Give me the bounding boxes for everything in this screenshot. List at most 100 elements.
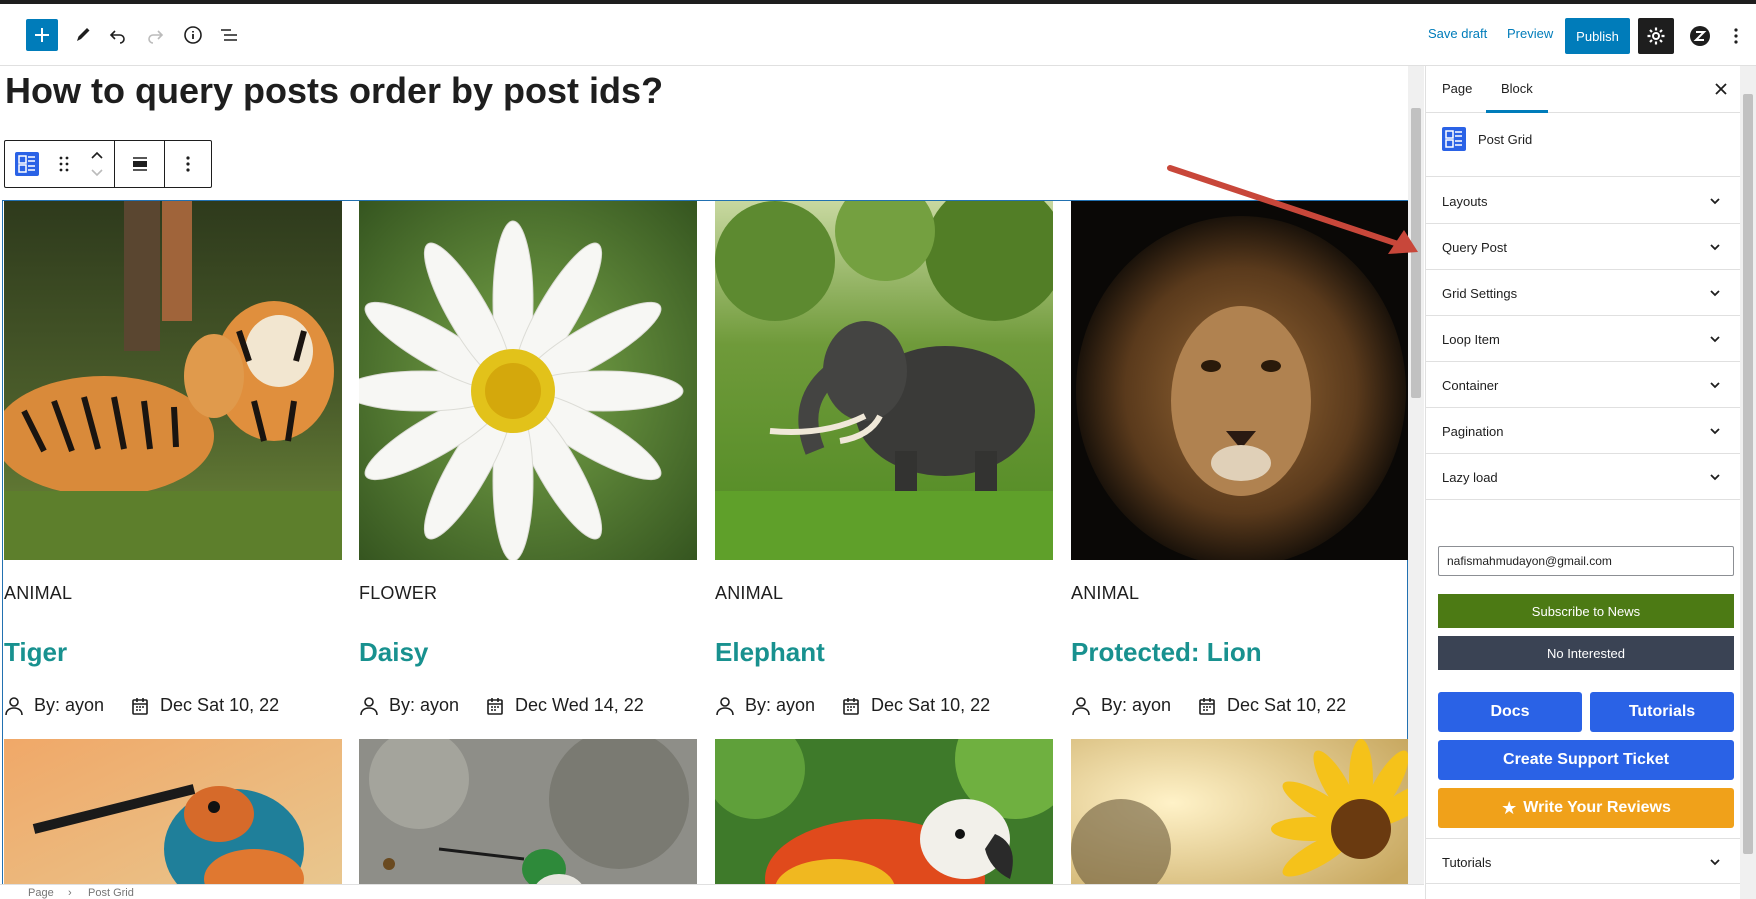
panel-label: Query Post: [1442, 240, 1508, 255]
post-date: Dec Sat 10, 22: [1227, 695, 1347, 715]
tutorials-button[interactable]: Tutorials: [1590, 692, 1734, 732]
panel-lazy-load[interactable]: Lazy load: [1426, 454, 1740, 500]
block-card: Post Grid: [1426, 113, 1740, 177]
panel-label: Container: [1442, 378, 1499, 393]
post-title-link[interactable]: Tiger: [4, 637, 67, 668]
plugin-logo-icon: [1690, 26, 1710, 46]
undo-icon: [109, 30, 125, 44]
align-icon: [132, 157, 147, 171]
close-icon[interactable]: [1712, 80, 1730, 98]
user-icon: [1071, 696, 1091, 716]
sidebar-scrollbar[interactable]: [1740, 66, 1756, 899]
calendar-icon: [130, 696, 150, 716]
chevron-down-icon: [1710, 336, 1720, 343]
post-author[interactable]: By: ayon: [1101, 695, 1171, 716]
panel-container[interactable]: Container: [1426, 362, 1740, 408]
list-view-button[interactable]: [212, 18, 246, 52]
panel-loop-item[interactable]: Loop Item: [1426, 316, 1740, 362]
tab-block[interactable]: Block: [1501, 81, 1533, 96]
breadcrumb-item-page[interactable]: Page: [28, 887, 54, 899]
chevron-down-icon: [1710, 859, 1720, 866]
details-button[interactable]: [176, 18, 210, 52]
block-options-button[interactable]: [165, 141, 211, 187]
panel-tutorials[interactable]: Tutorials: [1426, 838, 1740, 884]
drag-handle-icon[interactable]: [58, 155, 70, 173]
panel-grid-settings[interactable]: Grid Settings: [1426, 270, 1740, 316]
post-thumbnail-elephant[interactable]: [715, 201, 1053, 560]
post-card: ANIMAL Elephant By: ayon Dec Sat 10, 22: [715, 201, 1053, 715]
panel-pagination[interactable]: Pagination: [1426, 408, 1740, 454]
panel-layouts[interactable]: Layouts: [1426, 178, 1740, 224]
plus-icon: [35, 28, 49, 42]
subscribe-button[interactable]: Subscribe to News: [1438, 594, 1734, 628]
tab-page[interactable]: Page: [1442, 81, 1472, 96]
write-reviews-button[interactable]: ★ Write Your Reviews: [1438, 788, 1734, 828]
post-meta: By: ayon Dec Sat 10, 22: [1071, 695, 1346, 716]
post-date: Dec Sat 10, 22: [871, 695, 991, 715]
settings-button[interactable]: [1638, 18, 1674, 54]
post-title[interactable]: How to query posts order by post ids?: [5, 70, 663, 112]
canvas-scrollbar-thumb[interactable]: [1411, 108, 1421, 398]
post-category[interactable]: ANIMAL: [715, 583, 783, 604]
tools-button[interactable]: [66, 18, 100, 52]
add-block-button[interactable]: [26, 19, 58, 51]
user-icon: [715, 696, 735, 716]
save-draft-link[interactable]: Save draft: [1428, 26, 1487, 41]
chevron-down-icon: [1710, 198, 1720, 205]
canvas-scrollbar[interactable]: [1408, 66, 1424, 884]
post-grid-block[interactable]: ANIMAL Tiger By: ayon Dec Sat 10, 22 FLO…: [2, 200, 1408, 884]
publish-button[interactable]: Publish: [1565, 18, 1630, 54]
editor-canvas: How to query posts order by post ids? AN…: [0, 66, 1408, 884]
post-thumbnail-tiger[interactable]: [4, 201, 342, 560]
post-card: FLOWER Daisy By: ayon Dec Wed 14, 22: [359, 201, 697, 715]
post-thumbnail-kingfisher[interactable]: [4, 739, 342, 884]
post-author[interactable]: By: ayon: [34, 695, 104, 716]
info-icon: [184, 26, 202, 44]
post-title-link[interactable]: Elephant: [715, 637, 825, 668]
plugin-logo-button[interactable]: [1684, 20, 1716, 52]
breadcrumb-item-post-grid[interactable]: Post Grid: [88, 887, 134, 899]
post-meta: By: ayon Dec Wed 14, 22: [359, 695, 644, 716]
docs-button[interactable]: Docs: [1438, 692, 1582, 732]
block-type-group: [5, 141, 115, 187]
post-category[interactable]: ANIMAL: [4, 583, 72, 604]
sidebar-scrollbar-thumb[interactable]: [1743, 94, 1753, 854]
more-vertical-icon: [186, 156, 190, 172]
post-category[interactable]: FLOWER: [359, 583, 437, 604]
user-icon: [4, 696, 24, 716]
post-grid-block-icon[interactable]: [14, 152, 39, 176]
options-button[interactable]: [1724, 20, 1748, 52]
create-support-ticket-button[interactable]: Create Support Ticket: [1438, 740, 1734, 780]
calendar-icon: [485, 696, 505, 716]
post-author[interactable]: By: ayon: [745, 695, 815, 716]
post-date: Dec Sat 10, 22: [160, 695, 280, 715]
redo-button[interactable]: [138, 18, 172, 52]
chevron-down-icon: [1710, 244, 1720, 251]
post-thumbnail-lion[interactable]: [1071, 201, 1408, 560]
post-thumbnail-hummingbird[interactable]: [359, 739, 697, 884]
no-interest-button[interactable]: No Interested: [1438, 636, 1734, 670]
chevron-down-icon: [1710, 428, 1720, 435]
post-author[interactable]: By: ayon: [389, 695, 459, 716]
move-up-down-icon[interactable]: [90, 149, 104, 179]
post-thumbnail-daisy[interactable]: [359, 201, 697, 560]
breadcrumb-separator-icon: ›: [68, 887, 72, 899]
post-thumbnail-sunflower[interactable]: [1071, 739, 1408, 884]
post-title-link[interactable]: Protected: Lion: [1071, 637, 1262, 668]
chevron-down-icon: [1710, 474, 1720, 481]
block-toolbar: [4, 140, 212, 188]
post-category[interactable]: ANIMAL: [1071, 583, 1139, 604]
post-title-link[interactable]: Daisy: [359, 637, 428, 668]
align-button[interactable]: [115, 141, 165, 187]
panel-label: Layouts: [1442, 194, 1488, 209]
panel-label: Tutorials: [1442, 855, 1492, 870]
write-reviews-label: Write Your Reviews: [1523, 799, 1671, 816]
email-field[interactable]: [1438, 546, 1734, 576]
preview-link[interactable]: Preview: [1507, 26, 1553, 41]
post-meta: By: ayon Dec Sat 10, 22: [4, 695, 279, 716]
more-vertical-icon: [1734, 28, 1738, 44]
undo-button[interactable]: [101, 18, 135, 52]
pencil-icon: [77, 28, 90, 41]
panel-query-post[interactable]: Query Post: [1426, 224, 1740, 270]
post-thumbnail-parrot[interactable]: [715, 739, 1053, 884]
